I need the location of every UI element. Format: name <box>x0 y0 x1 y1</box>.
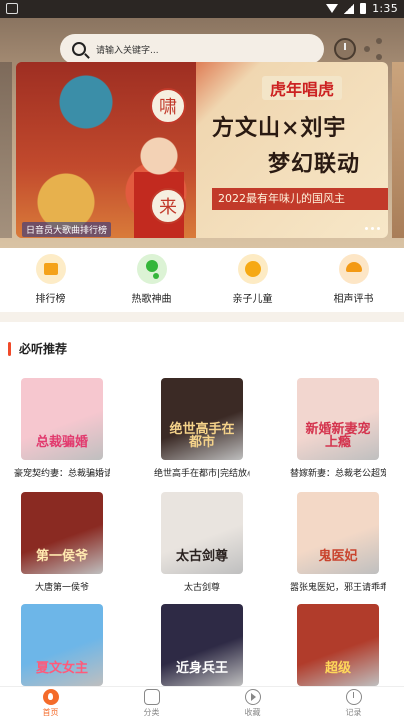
section-accent-bar <box>8 341 11 356</box>
notification-icon <box>6 3 18 14</box>
search-placeholder: 请输入关键字... <box>96 45 159 56</box>
book-cover-text: 太古剑尊 <box>175 549 228 565</box>
tab-label: 分类 <box>143 708 160 717</box>
section-header: 必听推荐 <box>8 340 67 357</box>
book-title: 豪宠契约妻：总裁骗婚请当... <box>14 469 110 479</box>
tab-label: 首页 <box>42 708 59 717</box>
section-title: 必听推荐 <box>19 342 68 356</box>
crosstalk-icon <box>338 254 369 284</box>
book-cover: 夏文女主 <box>21 604 103 686</box>
battery-icon <box>360 3 367 14</box>
category-hot-songs[interactable]: 热歌神曲 <box>101 248 202 312</box>
banner-seal-bottom: 来 <box>150 188 186 224</box>
category-ranking[interactable]: 排行榜 <box>0 248 101 312</box>
book-cover-text: 绝世高手在都市 <box>169 421 235 451</box>
book-cover: 鬼医妃 <box>297 492 379 574</box>
tab-favorite[interactable]: 收藏 <box>202 687 303 720</box>
banner-tag: 虎年唱虎 <box>262 76 343 100</box>
wifi-icon <box>326 4 339 13</box>
status-bar: 1:35 <box>0 0 404 18</box>
favorite-icon <box>244 689 261 705</box>
banner-prev-peek <box>0 62 12 238</box>
search-icon <box>72 42 86 56</box>
recommend-section: 必听推荐 总裁骗婚豪宠契约妻：总裁骗婚请当... 绝世高手在都市绝世高手在都市|完… <box>0 322 404 686</box>
banner-headline-2: 梦幻联动 <box>268 151 361 177</box>
tab-history[interactable]: 记录 <box>303 687 404 720</box>
book-cover-text: 总裁骗婚 <box>35 435 88 451</box>
book-card[interactable]: 超级 <box>290 604 386 692</box>
category-kids[interactable]: 亲子儿童 <box>202 248 303 312</box>
tab-home[interactable]: 首页 <box>0 687 101 720</box>
promo-banner[interactable]: 啸 来 虎年唱虎 方文山×刘宇 梦幻联动 2022最有年味儿的国风主 日音员大歌… <box>16 62 388 238</box>
child-face-icon <box>237 254 268 284</box>
category-row: 排行榜 热歌神曲 亲子儿童 相声评书 <box>0 248 404 312</box>
book-cover-text: 鬼医妃 <box>318 549 358 565</box>
book-card[interactable]: 绝世高手在都市绝世高手在都市|完结放心听|... <box>154 378 250 479</box>
category-label: 热歌神曲 <box>131 294 172 305</box>
book-card[interactable]: 总裁骗婚豪宠契约妻：总裁骗婚请当... <box>14 378 110 479</box>
book-cover-text: 第一侯爷 <box>35 549 88 565</box>
history-clock-icon[interactable] <box>334 38 356 60</box>
book-cover: 绝世高手在都市 <box>161 378 243 460</box>
book-card[interactable]: 第一侯爷大唐第一侯爷 <box>14 492 110 593</box>
signal-icon <box>344 3 355 14</box>
book-title: 嚣张鬼医妃，邪王请乖乖 <box>290 583 386 593</box>
bottom-tab-bar: 首页 分类 收藏 记录 <box>0 686 404 720</box>
category-label: 相声评书 <box>333 294 374 305</box>
tab-category[interactable]: 分类 <box>101 687 202 720</box>
share-icon[interactable] <box>364 38 384 60</box>
book-cover: 超级 <box>297 604 379 686</box>
history-icon <box>345 689 362 705</box>
book-title: 太古剑尊 <box>183 583 220 593</box>
book-card[interactable]: 新婚新妻宠上瘾替嫁新妻：总裁老公超宠我... <box>290 378 386 479</box>
home-icon <box>42 689 59 705</box>
banner-seal-top: 啸 <box>150 88 186 124</box>
book-cover-text: 近身兵王 <box>175 661 228 677</box>
music-note-icon <box>136 254 167 284</box>
ranking-icon <box>35 254 66 284</box>
banner-pager-dots <box>365 227 380 230</box>
book-cover-text: 新婚新妻宠上瘾 <box>305 421 371 451</box>
book-card[interactable]: 太古剑尊 太古剑尊 <box>154 492 250 593</box>
tab-label: 记录 <box>345 708 362 717</box>
banner-headline: 方文山×刘宇 <box>212 115 347 141</box>
category-icon <box>143 689 160 705</box>
banner-next-peek <box>392 62 404 238</box>
category-label: 排行榜 <box>35 294 66 305</box>
banner-subline: 2022最有年味儿的国风主 <box>212 188 388 210</box>
book-cover: 总裁骗婚 <box>21 378 103 460</box>
book-title: 大唐第一侯爷 <box>34 583 89 593</box>
banner-caption: 日音员大歌曲排行榜 <box>22 222 112 237</box>
book-title: 绝世高手在都市|完结放心听|... <box>154 469 250 479</box>
search-bar[interactable]: 请输入关键字... <box>60 34 324 64</box>
book-card[interactable]: 夏文女主 <box>14 604 110 692</box>
book-card[interactable]: 鬼医妃嚣张鬼医妃，邪王请乖乖 <box>290 492 386 593</box>
book-title: 替嫁新妻：总裁老公超宠我... <box>290 469 386 479</box>
book-cover: 近身兵王 <box>161 604 243 686</box>
book-cover: 第一侯爷 <box>21 492 103 574</box>
status-time: 1:35 <box>372 2 398 15</box>
category-crosstalk[interactable]: 相声评书 <box>303 248 404 312</box>
category-label: 亲子儿童 <box>232 294 273 305</box>
book-cover: 太古剑尊 <box>161 492 243 574</box>
book-card[interactable]: 近身兵王 <box>154 604 250 692</box>
book-cover: 新婚新妻宠上瘾 <box>297 378 379 460</box>
book-cover-text: 超级 <box>324 661 351 677</box>
tab-label: 收藏 <box>244 708 261 717</box>
book-cover-text: 夏文女主 <box>35 661 88 677</box>
